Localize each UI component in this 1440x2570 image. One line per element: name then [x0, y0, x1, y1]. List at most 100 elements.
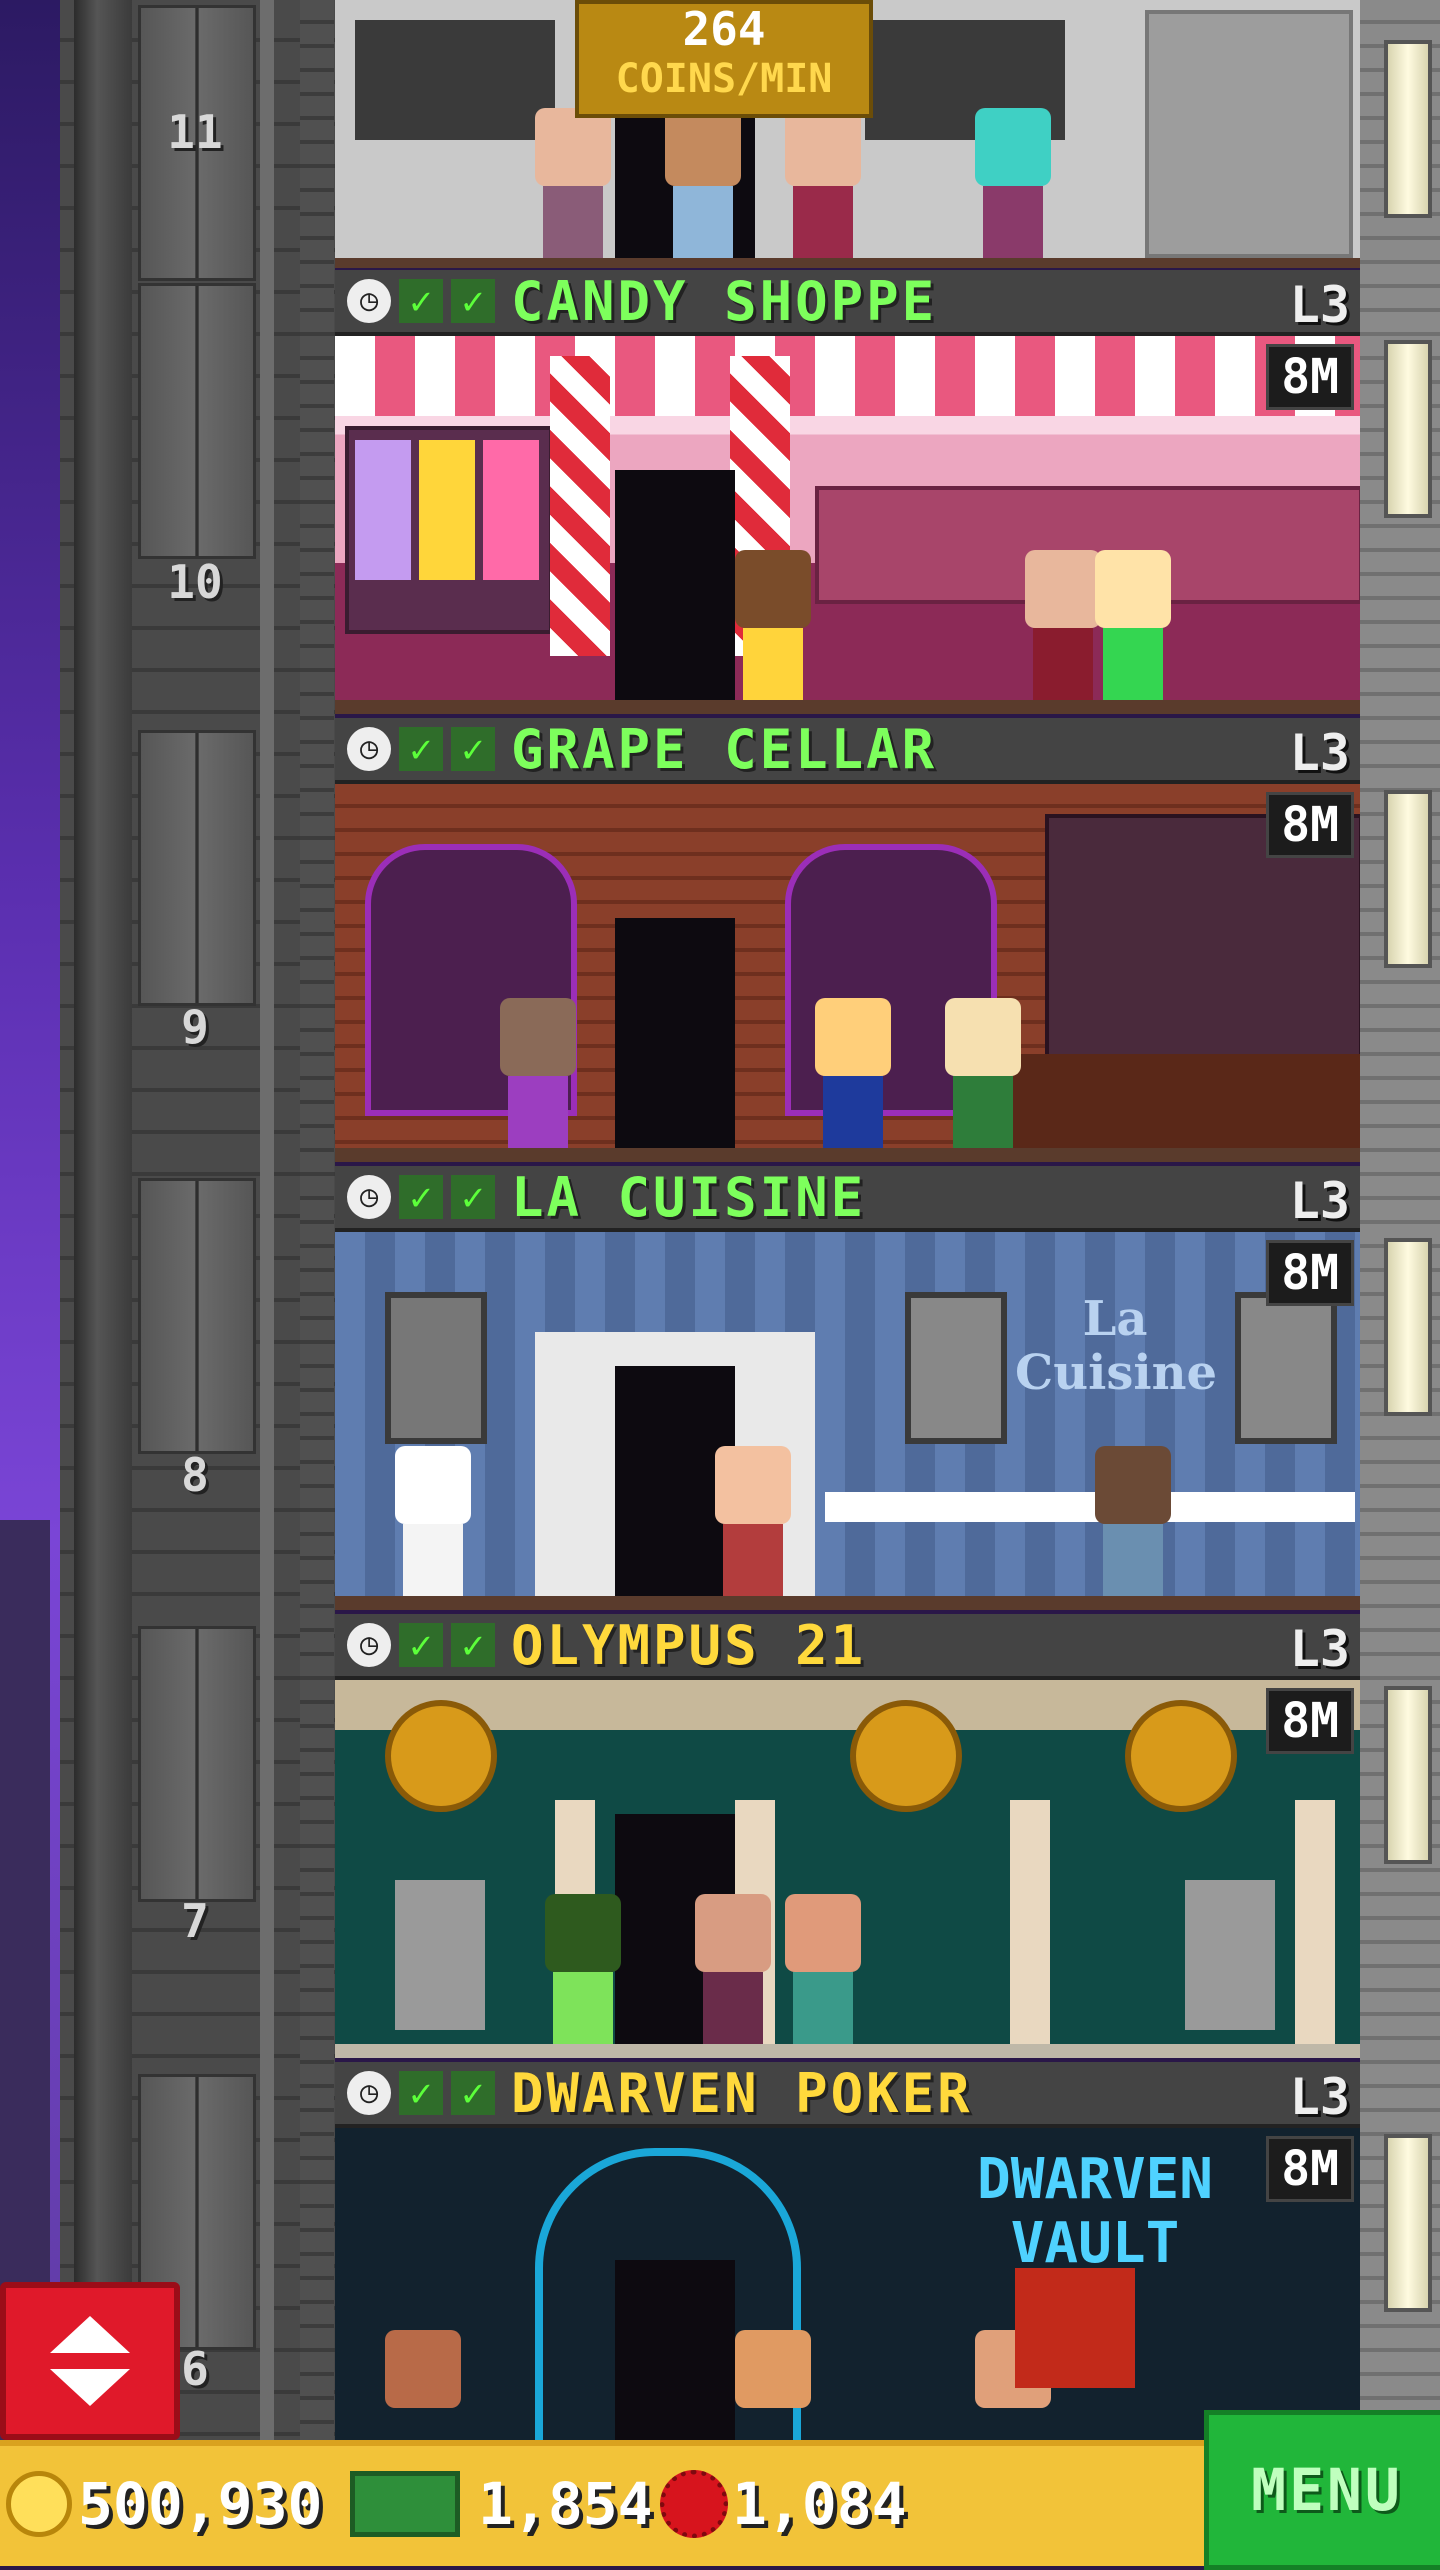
- card-medallion: [850, 1700, 962, 1812]
- floor-base: [335, 1596, 1360, 1610]
- clock-icon: ◷: [347, 1623, 391, 1667]
- floor-name: DWARVEN POKER: [511, 2061, 973, 2125]
- floor-name: GRAPE CELLAR: [511, 717, 938, 781]
- restaurant-sign: La Cuisine: [1015, 1291, 1218, 1401]
- floor-number-10: 10: [167, 555, 223, 609]
- clown-customer[interactable]: [735, 550, 811, 700]
- statue: [395, 1880, 485, 2030]
- floor-name: LA CUISINE: [511, 1165, 867, 1229]
- floor-base: [335, 700, 1360, 714]
- floor-interior: DWARVEN VAULT 8M: [335, 2128, 1360, 2440]
- floor-interior: La Cuisine 8M: [335, 1232, 1360, 1610]
- chef[interactable]: [395, 1446, 471, 1596]
- pirate-customer[interactable]: [545, 1894, 621, 2044]
- elevator-rail-left: [74, 0, 132, 2440]
- floor-dwarven-poker[interactable]: ◷ ✓ ✓ DWARVEN POKER L3 DWARVEN VAULT 8M: [335, 2062, 1360, 2440]
- window: [1384, 1686, 1432, 1864]
- check-icon: ✓: [451, 2071, 495, 2115]
- floor-interior: 8M: [335, 1680, 1360, 2058]
- floor-candy-shoppe[interactable]: ◷ ✓ ✓ CANDY SHOPPE L3 8M: [335, 270, 1360, 718]
- shop-worker[interactable]: [945, 998, 1021, 1148]
- customer[interactable]: [385, 2330, 461, 2440]
- cash-icon: [350, 2471, 460, 2537]
- clock-icon: ◷: [347, 1175, 391, 1219]
- customer[interactable]: [815, 998, 891, 1148]
- check-icon: ✓: [451, 1623, 495, 1667]
- elevator-door-7[interactable]: [138, 1626, 256, 1902]
- coins-value: 500,930: [78, 2470, 323, 2538]
- shop-worker[interactable]: [1095, 550, 1171, 700]
- floor-number-11: 11: [167, 105, 223, 159]
- customer[interactable]: [715, 1446, 791, 1596]
- customer[interactable]: [1025, 550, 1101, 700]
- resident[interactable]: [975, 108, 1051, 258]
- stock-badge: 8M: [1266, 792, 1354, 858]
- floor-olympus-21[interactable]: ◷ ✓ ✓ OLYMPUS 21 L3 8M: [335, 1614, 1360, 2062]
- police-officer[interactable]: [665, 108, 741, 258]
- card-medallion: [1125, 1700, 1237, 1812]
- elevator-arrows-icon: [50, 2316, 130, 2406]
- floor-la-cuisine[interactable]: ◷ ✓ ✓ LA CUISINE L3 La Cuisine 8M: [335, 1166, 1360, 1614]
- floor-level: L3: [1289, 1620, 1350, 1678]
- check-icon: ✓: [399, 279, 443, 323]
- menu-button[interactable]: MENU: [1204, 2410, 1440, 2570]
- customer[interactable]: [695, 1894, 771, 2044]
- floor-interior: 8M: [335, 336, 1360, 714]
- elevator-entrance: [615, 918, 735, 1148]
- bux-stat: 1,084: [660, 2462, 907, 2546]
- check-icon: ✓: [451, 727, 495, 771]
- floor-level: L3: [1289, 2068, 1350, 2126]
- income-sign: 264 COINS/MIN: [575, 0, 873, 118]
- elevator-entrance: [615, 470, 735, 700]
- elevator-cable-column: [300, 0, 334, 2440]
- resident[interactable]: [785, 108, 861, 258]
- floor-name: OLYMPUS 21: [511, 1613, 867, 1677]
- floor-level: L3: [1289, 724, 1350, 782]
- elevator-door-9[interactable]: [138, 730, 256, 1006]
- floor-number-7: 7: [181, 1894, 209, 1948]
- income-unit: COINS/MIN: [615, 56, 833, 102]
- check-icon: ✓: [451, 1175, 495, 1219]
- elevator-door-8[interactable]: [138, 1178, 256, 1454]
- customer[interactable]: [500, 998, 576, 1148]
- resident[interactable]: [535, 108, 611, 258]
- customer[interactable]: [735, 2330, 811, 2440]
- jail-cell: [1145, 10, 1353, 258]
- clock-icon: ◷: [347, 2071, 391, 2115]
- stock-badge: 8M: [1266, 2136, 1354, 2202]
- painting: [905, 1292, 1007, 1444]
- floor-base: [335, 258, 1360, 268]
- painting: [1235, 1292, 1337, 1444]
- window: [1384, 40, 1432, 218]
- elevator-door-10[interactable]: [138, 283, 256, 559]
- statue: [1185, 1880, 1275, 2030]
- shop-worker[interactable]: [785, 1894, 861, 2044]
- stock-badge: 8M: [1266, 1240, 1354, 1306]
- candy-pillar: [550, 356, 610, 656]
- elevator-rail-right: [260, 0, 274, 2440]
- floor-header: ◷ ✓ ✓ LA CUISINE L3: [335, 1166, 1360, 1232]
- window: [1384, 340, 1432, 518]
- elevator-button[interactable]: [0, 2282, 180, 2440]
- security-monitors: [355, 20, 555, 140]
- floor-level: L3: [1289, 1172, 1350, 1230]
- painting: [385, 1292, 487, 1444]
- cash-stat: 1,854: [350, 2462, 653, 2546]
- check-icon: ✓: [399, 1175, 443, 1219]
- floor-header: ◷ ✓ ✓ DWARVEN POKER L3: [335, 2062, 1360, 2128]
- floor-header: ◷ ✓ ✓ GRAPE CELLAR L3: [335, 718, 1360, 784]
- floor-grape-cellar[interactable]: ◷ ✓ ✓ GRAPE CELLAR L3 8M: [335, 718, 1360, 1166]
- floor-header: ◷ ✓ ✓ CANDY SHOPPE L3: [335, 270, 1360, 336]
- check-icon: ✓: [451, 279, 495, 323]
- candy-dispensers: [345, 426, 553, 634]
- floor-header: ◷ ✓ ✓ OLYMPUS 21 L3: [335, 1614, 1360, 1680]
- bux-value: 1,084: [732, 2470, 907, 2538]
- floor-name: CANDY SHOPPE: [511, 269, 938, 333]
- customer[interactable]: [1095, 1446, 1171, 1596]
- income-value: 264: [682, 2, 766, 56]
- floor-interior: 8M: [335, 784, 1360, 1162]
- stock-badge: 8M: [1266, 344, 1354, 410]
- coins-stat: 500,930: [6, 2462, 322, 2546]
- dining-table: [825, 1492, 1355, 1522]
- coin-icon: [6, 2471, 72, 2537]
